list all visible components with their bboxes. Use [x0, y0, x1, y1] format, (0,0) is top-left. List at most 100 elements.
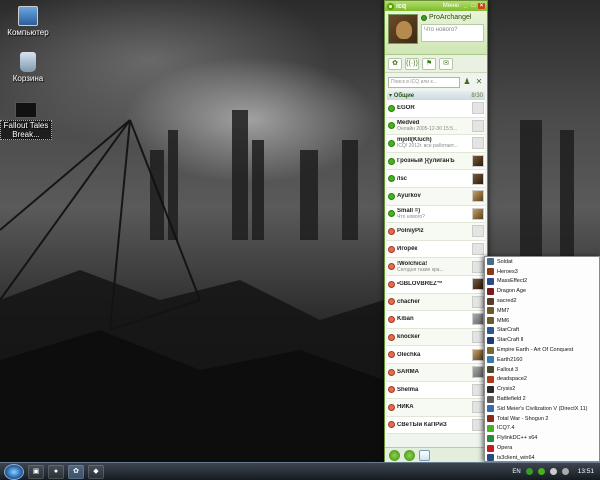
icq-tray-icon[interactable]	[537, 468, 545, 475]
contact-item[interactable]: chacher	[387, 293, 485, 312]
settings-icon[interactable]: ✕	[474, 77, 484, 87]
jump-list-item[interactable]: ICQ7.4	[485, 424, 599, 434]
jump-list-item[interactable]: Empire Earth - Art Of Conquest	[485, 345, 599, 355]
jump-list-item[interactable]: deadspace2	[485, 375, 599, 385]
contact-item[interactable]: Shelma	[387, 381, 485, 400]
program-icon	[487, 287, 494, 295]
program-icon	[487, 268, 494, 276]
jump-list-item[interactable]: Opera	[485, 443, 599, 453]
desktop-icon-recycle-bin[interactable]: Корзина	[2, 52, 54, 83]
program-icon	[487, 317, 494, 325]
program-icon	[487, 385, 494, 393]
program-label: Sid Meier's Civilization V (DirectX 11)	[497, 405, 588, 412]
contact-avatar	[472, 383, 484, 396]
contact-item[interactable]: SARMA	[387, 363, 485, 382]
close-button[interactable]: ×	[478, 3, 485, 9]
contact-item[interactable]: Olechka	[387, 346, 485, 364]
contact-group-header[interactable]: ▾ Общие 8/30	[387, 91, 485, 100]
jump-list-item[interactable]: Battlefield 2	[485, 394, 599, 404]
system-tray: EN 13:51	[512, 468, 600, 475]
contacts-tab-icon[interactable]: ✿	[388, 57, 402, 70]
contact-item[interactable]: Small =) Что нового?	[387, 205, 485, 224]
jump-list-item[interactable]: sacred2	[485, 296, 599, 306]
maximize-button[interactable]: □	[470, 3, 477, 9]
mood-input[interactable]: Что нового?	[421, 24, 484, 42]
jump-list-item[interactable]: Earth2160	[485, 355, 599, 365]
contact-item[interactable]: EGOR	[387, 100, 485, 118]
contact-item[interactable]: Игорёк	[387, 240, 485, 259]
contact-avatar	[472, 260, 484, 273]
contact-item[interactable]: •GBLOVBREZ™	[387, 275, 485, 294]
contact-item[interactable]: Kiban	[387, 311, 485, 329]
contact-item[interactable]: СВеТЫи КаПРиЗ	[387, 416, 485, 435]
offline-status-icon	[388, 263, 395, 271]
contact-name: SARMA	[397, 369, 419, 376]
program-label: FlylinkDC++ x64	[497, 435, 538, 442]
user-avatar[interactable]	[388, 14, 418, 44]
desktop-icon-fallout[interactable]: Fallout Tales Break...	[0, 102, 52, 140]
program-icon	[487, 356, 494, 364]
radio-tab-icon[interactable]: ((·))	[405, 57, 419, 70]
desktop-icon-label: Компьютер	[7, 28, 49, 37]
explorer-taskbar-icon[interactable]: ▣	[28, 464, 44, 479]
icq-bottom-bar	[385, 447, 487, 463]
offline-status-icon	[388, 280, 395, 288]
desktop-icon-computer[interactable]: Компьютер	[2, 6, 54, 37]
program-icon	[487, 297, 494, 305]
search-input[interactable]: Поиск в ICQ или к...	[388, 76, 460, 88]
online-status-icon	[388, 175, 395, 183]
jump-list-item[interactable]: Heroes3	[485, 267, 599, 277]
flag-tab-icon[interactable]: ⚑	[422, 57, 436, 70]
contact-avatar	[472, 243, 484, 256]
icq-taskbar-icon[interactable]: ✿	[68, 464, 84, 479]
jump-list-item[interactable]: Soldat	[485, 257, 599, 267]
group-name: Общие	[393, 92, 415, 99]
jump-list-item[interactable]: MM7	[485, 306, 599, 316]
jump-list-item[interactable]: Dragon Age	[485, 286, 599, 296]
contact-name: knocker	[397, 334, 421, 341]
language-indicator[interactable]: EN	[512, 469, 520, 475]
jump-list-item[interactable]: Sid Meier's Civilization V (DirectX 11)	[485, 404, 599, 414]
contact-item[interactable]: НИКА	[387, 399, 485, 417]
apps-icon[interactable]	[404, 450, 415, 461]
jump-list-item[interactable]: MM6	[485, 316, 599, 326]
contact-item[interactable]: mjolI(Kluch) ICQ! 2012г. все работает...	[387, 135, 485, 153]
contact-name: /lsc	[397, 175, 408, 182]
icq-profile: ProArchangel Что нового?	[385, 11, 487, 55]
jump-list-item[interactable]: Fallout 3	[485, 365, 599, 375]
contact-item[interactable]: !Wolchica! Сегодня такие кра...	[387, 258, 485, 276]
app-taskbar-icon[interactable]: ◆	[88, 464, 104, 479]
icq-titlebar[interactable]: icq Меню _ □ ×	[385, 1, 487, 11]
profile-name-row[interactable]: ProArchangel	[421, 14, 484, 21]
volume-icon[interactable]	[561, 468, 569, 475]
program-label: ICQ7.4	[497, 425, 515, 432]
jump-list-item[interactable]: StarCraft II	[485, 335, 599, 345]
network-icon[interactable]	[549, 468, 557, 475]
jump-list-item[interactable]: FlylinkDC++ x64	[485, 433, 599, 443]
mail-icon[interactable]	[419, 450, 430, 461]
icq-menu-button[interactable]: Меню	[443, 3, 459, 9]
contact-item[interactable]: knocker	[387, 328, 485, 347]
contact-item[interactable]: Грозный }{улиганЪ	[387, 152, 485, 171]
jump-list-item[interactable]: Crysis2	[485, 384, 599, 394]
contact-item[interactable]: /lsc	[387, 170, 485, 188]
contact-item[interactable]: PolniyPiz	[387, 223, 485, 241]
start-button[interactable]	[4, 463, 24, 480]
jump-list-item[interactable]: StarCraft	[485, 326, 599, 336]
media-taskbar-icon[interactable]: ●	[48, 464, 64, 479]
online-status-icon[interactable]	[421, 14, 427, 21]
program-label: Battlefield 2	[497, 396, 526, 403]
contact-avatar	[472, 418, 484, 431]
clock[interactable]: 13:51	[578, 468, 594, 475]
contact-item[interactable]: Medved Онлайн 2005-12-30 15:5...	[387, 117, 485, 136]
minimize-button[interactable]: _	[462, 3, 469, 9]
jump-list-item[interactable]: Total War - Shogun 2	[485, 414, 599, 424]
games-icon[interactable]	[389, 450, 400, 461]
tray-app-icon[interactable]	[525, 468, 533, 475]
contact-avatar	[472, 190, 484, 203]
offline-status-icon	[388, 421, 395, 429]
chat-tab-icon[interactable]: ✉	[439, 57, 453, 70]
add-contact-icon[interactable]: ♟	[462, 77, 472, 87]
jump-list-item[interactable]: MassEffect2	[485, 277, 599, 287]
contact-item[interactable]: Ayurkov	[387, 187, 485, 206]
